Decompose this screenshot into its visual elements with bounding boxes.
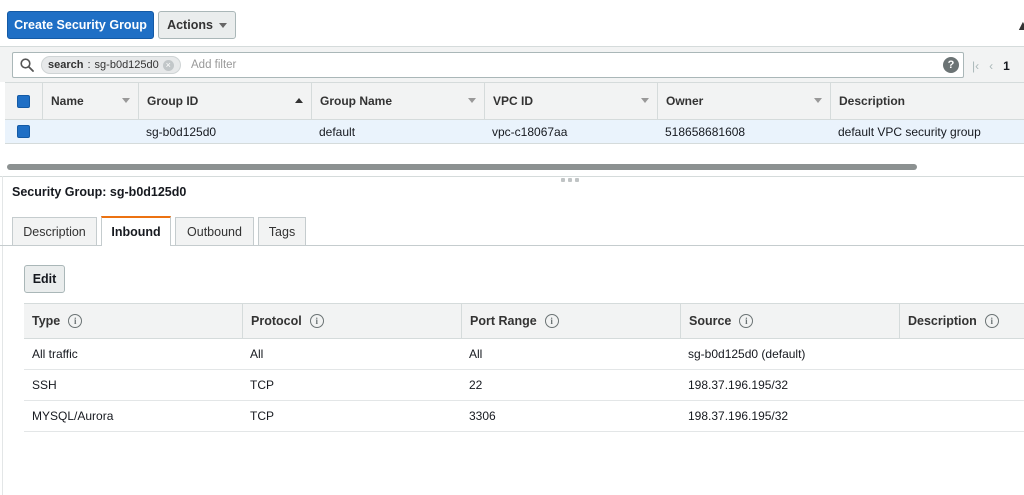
column-header-port-range: Port Range i	[461, 304, 680, 338]
cell-group-id: sg-b0d125d0	[146, 124, 217, 139]
detail-tabs: Description Inbound Outbound Tags	[0, 216, 1024, 246]
cell-type: All traffic	[32, 347, 78, 361]
cell-source: 198.37.196.195/32	[688, 409, 789, 423]
actions-dropdown-button[interactable]: Actions	[158, 11, 236, 39]
sort-down-icon	[814, 98, 822, 103]
column-header-label: Source	[689, 314, 732, 328]
cell-vpc-id: vpc-c18067aa	[492, 124, 568, 139]
column-header-vpc-id[interactable]: VPC ID	[484, 83, 657, 119]
close-icon[interactable]: ×	[162, 59, 174, 71]
column-header-label: Group ID	[147, 94, 199, 108]
row-select-cell	[5, 120, 42, 143]
column-header-label: Owner	[666, 94, 704, 108]
column-header-label: Description	[908, 314, 977, 328]
column-header-owner[interactable]: Owner	[657, 83, 830, 119]
column-header-description[interactable]: Description	[830, 83, 1024, 119]
cell-source: 198.37.196.195/32	[688, 378, 789, 392]
sort-down-icon	[122, 98, 130, 103]
cell-type: MYSQL/Aurora	[32, 409, 114, 423]
info-icon[interactable]: i	[309, 314, 324, 328]
edit-button[interactable]: Edit	[24, 265, 65, 293]
tab-tags[interactable]: Tags	[258, 217, 306, 245]
cell-description: default VPC security group	[838, 124, 981, 139]
page-range: 1	[1003, 59, 1010, 73]
select-all-cell	[5, 83, 42, 119]
select-all-checkbox[interactable]	[17, 94, 30, 108]
filter-chip-separator: :	[87, 59, 91, 71]
resize-grip-icon[interactable]	[561, 178, 579, 182]
column-header-label: Name	[51, 94, 84, 108]
actions-label: Actions	[167, 18, 213, 32]
column-header-source: Source i	[680, 304, 899, 338]
cell-protocol: TCP	[250, 378, 274, 392]
table-header: Name Group ID Group Name VPC ID Owner De…	[5, 82, 1024, 120]
filter-chip[interactable]: search : sg-b0d125d0 ×	[41, 56, 181, 74]
info-icon[interactable]: i	[68, 314, 83, 328]
top-toolbar: Create Security Group Actions ▲	[0, 0, 1024, 46]
cell-description	[899, 370, 1024, 400]
column-header-protocol: Protocol i	[242, 304, 461, 338]
pagination: |‹ ‹ 1	[972, 59, 1010, 73]
column-header-type: Type i	[24, 304, 242, 338]
create-security-group-button[interactable]: Create Security Group	[7, 11, 154, 39]
chevron-down-icon	[218, 22, 227, 28]
cell-port-range: 22	[469, 378, 483, 392]
previous-page-icon[interactable]: ‹	[989, 59, 993, 73]
column-header-group-name[interactable]: Group Name	[311, 83, 484, 119]
first-page-icon[interactable]: |‹	[972, 59, 979, 73]
cell-port-range: 3306	[469, 409, 496, 423]
cell-protocol: All	[250, 347, 264, 361]
detail-title: Security Group: sg-b0d125d0	[12, 185, 187, 199]
table-row: SSH TCP 22 198.37.196.195/32	[24, 370, 1024, 401]
column-header-label: Description	[839, 94, 906, 108]
filter-bar: search : sg-b0d125d0 × ? |‹ ‹ 1	[0, 46, 1024, 82]
info-icon[interactable]: i	[739, 314, 754, 328]
column-header-label: Port Range	[470, 314, 537, 328]
sort-down-icon	[468, 98, 476, 103]
filter-chip-key: search	[48, 59, 84, 71]
column-header-label: Protocol	[251, 314, 302, 328]
table-row: All traffic All All sg-b0d125d0 (default…	[24, 339, 1024, 370]
row-checkbox[interactable]	[17, 125, 30, 138]
column-header-label: Type	[32, 314, 61, 328]
info-icon[interactable]: i	[544, 314, 559, 328]
table-row: MYSQL/Aurora TCP 3306 198.37.196.195/32	[24, 401, 1024, 432]
column-header-group-id[interactable]: Group ID	[138, 83, 311, 119]
add-filter-input[interactable]	[191, 56, 891, 74]
cell-group-name: default	[319, 124, 356, 139]
tab-description[interactable]: Description	[12, 217, 97, 245]
filter-search-box[interactable]: search : sg-b0d125d0 × ?	[12, 52, 964, 78]
column-header-label: VPC ID	[493, 94, 534, 108]
inbound-rules-table: Type i Protocol i Port Range i Source i …	[24, 303, 1024, 432]
tab-outbound[interactable]: Outbound	[175, 217, 254, 245]
security-groups-table: Name Group ID Group Name VPC ID Owner De…	[5, 82, 1024, 144]
table-header: Type i Protocol i Port Range i Source i …	[24, 303, 1024, 339]
tab-inbound[interactable]: Inbound	[101, 216, 171, 246]
info-icon[interactable]: i	[984, 314, 999, 328]
sort-up-icon	[295, 98, 303, 103]
cell-source: sg-b0d125d0 (default)	[688, 347, 806, 361]
column-header-description: Description i	[899, 304, 1024, 338]
cell-type: SSH	[32, 378, 57, 392]
column-header-label: Group Name	[320, 94, 393, 108]
horizontal-scrollbar[interactable]	[7, 164, 917, 170]
help-icon[interactable]: ?	[943, 57, 959, 73]
user-icon[interactable]: ▲	[1016, 18, 1024, 32]
cell-protocol: TCP	[250, 409, 274, 423]
cell-description	[899, 339, 1024, 369]
cell-owner: 518658681608	[665, 124, 746, 139]
column-header-name[interactable]: Name	[42, 83, 138, 119]
filter-chip-value: sg-b0d125d0	[94, 59, 159, 71]
pane-divider	[0, 176, 1024, 177]
cell-port-range: All	[469, 347, 483, 361]
cell-description	[899, 401, 1024, 431]
table-row[interactable]: sg-b0d125d0 default vpc-c18067aa 5186586…	[5, 120, 1024, 144]
search-icon	[20, 58, 34, 72]
cell-name	[42, 120, 138, 143]
sort-down-icon	[641, 98, 649, 103]
